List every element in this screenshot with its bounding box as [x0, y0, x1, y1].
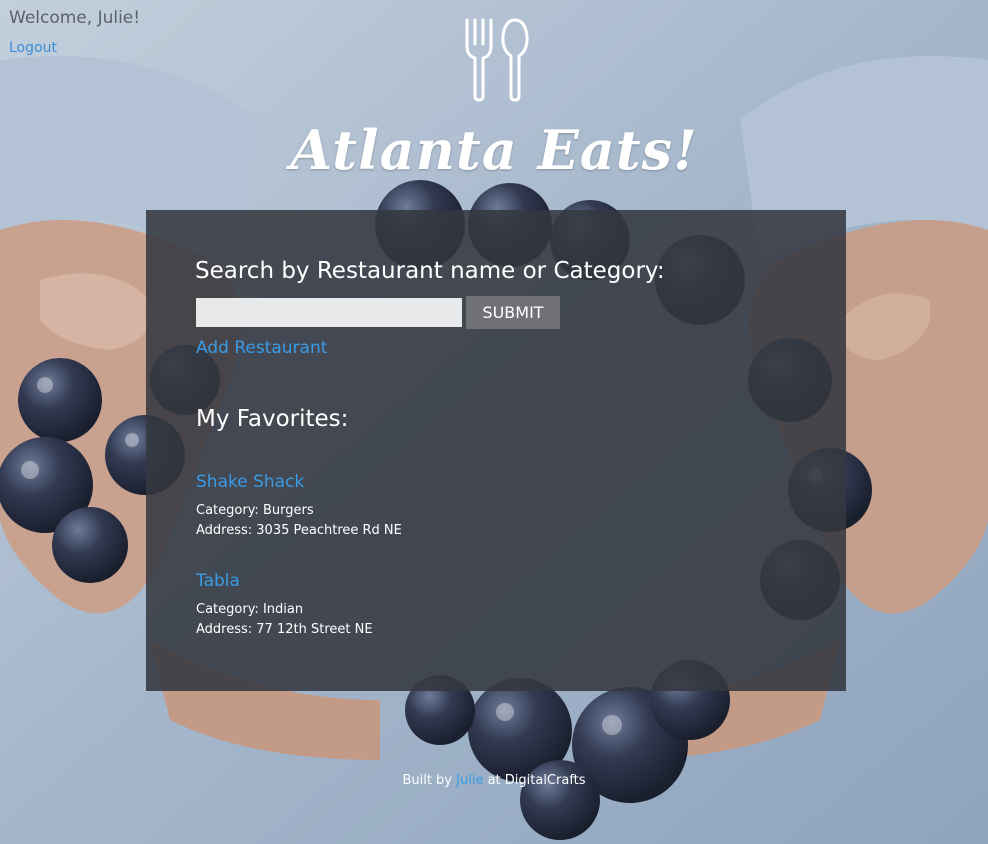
favorite-address: Address: 77 12th Street NE: [196, 622, 373, 637]
favorite-restaurant-link[interactable]: Shake Shack: [196, 472, 796, 492]
favorite-item: Tabla Category: Indian Address: 77 12th …: [196, 571, 796, 640]
favorite-restaurant-link[interactable]: Tabla: [196, 571, 796, 591]
favorite-item: Shake Shack Category: Burgers Address: 3…: [196, 472, 796, 541]
footer-author-link[interactable]: Julie: [456, 773, 483, 788]
submit-button[interactable]: SUBMIT: [466, 296, 560, 329]
footer-prefix: Built by: [402, 773, 452, 788]
search-label: Search by Restaurant name or Category:: [195, 258, 665, 284]
favorite-category: Category: Burgers: [196, 503, 314, 518]
welcome-message: Welcome, Julie!: [9, 8, 141, 28]
footer: Built by Julie at DigitalCrafts: [0, 773, 988, 788]
favorite-category: Category: Indian: [196, 602, 304, 617]
footer-suffix: at DigitalCrafts: [487, 773, 586, 788]
main-panel: Search by Restaurant name or Category: S…: [146, 210, 846, 691]
add-restaurant-link[interactable]: Add Restaurant: [196, 338, 327, 358]
fork-spoon-icon: [461, 16, 531, 102]
site-title: Atlanta Eats!: [290, 118, 698, 182]
logout-link[interactable]: Logout: [9, 40, 57, 56]
search-input[interactable]: [196, 298, 462, 327]
favorites-heading: My Favorites:: [196, 406, 349, 432]
favorite-address: Address: 3035 Peachtree Rd NE: [196, 523, 402, 538]
